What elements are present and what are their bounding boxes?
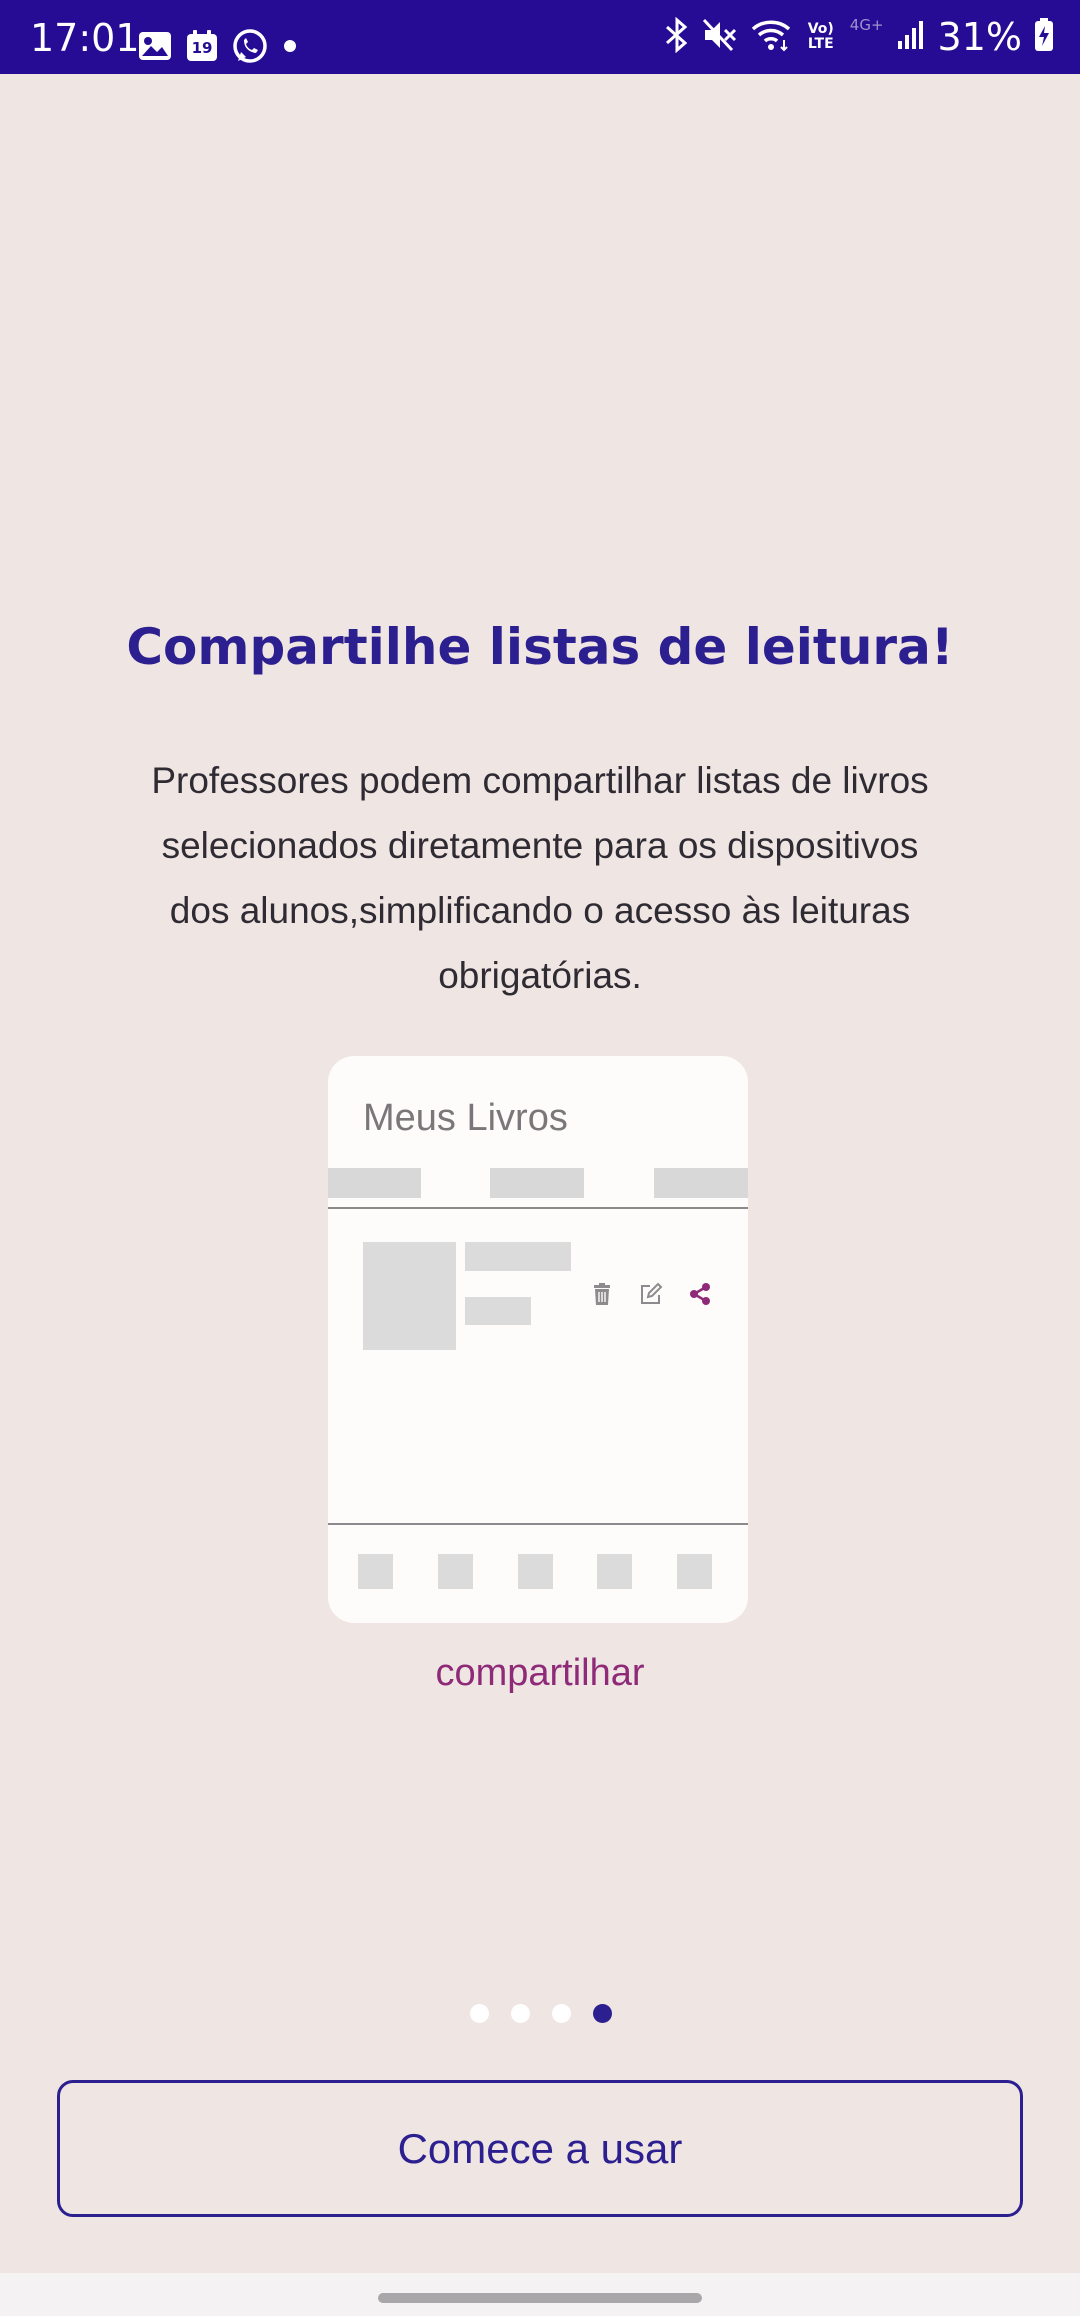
illustration-header: Meus Livros: [363, 1097, 568, 1139]
status-left-icons: 19: [138, 28, 298, 68]
4g-icon: 4G+: [849, 16, 884, 34]
illustration-book-cover: [363, 1242, 456, 1350]
signal-icon: [896, 19, 926, 55]
notification-dot-icon: [282, 38, 298, 58]
battery-percentage: 31%: [937, 15, 1022, 59]
page-dot[interactable]: [511, 2004, 530, 2023]
page-dot-active[interactable]: [593, 2004, 612, 2023]
status-right-icons: Vo) LTE 4G+ 31%: [664, 14, 1054, 60]
illustration-divider: [328, 1207, 748, 1209]
illustration-phone-mockup: Meus Livros: [328, 1056, 748, 1623]
bluetooth-icon: [664, 16, 690, 57]
image-icon: [138, 31, 172, 65]
page-description: Professores podem compartilhar listas de…: [151, 760, 929, 996]
illustration-nav-item: [358, 1554, 393, 1589]
mute-icon: [702, 18, 738, 56]
edit-icon: [638, 1281, 664, 1307]
illustration-nav-item: [677, 1554, 712, 1589]
page-title: Compartilhe listas de leitura!: [126, 618, 954, 676]
volte-icon: Vo) LTE: [804, 22, 838, 52]
illustration-nav-item: [438, 1554, 473, 1589]
illustration-nav-item: [518, 1554, 553, 1589]
gesture-handle[interactable]: [378, 2293, 702, 2303]
page-dot[interactable]: [470, 2004, 489, 2023]
wifi-icon: [750, 18, 792, 56]
calendar-icon: 19: [186, 30, 218, 66]
illustration-nav-item: [597, 1554, 632, 1589]
illustration-tab: [328, 1168, 421, 1198]
status-bar: 17:01 19 Vo) LTE 4G+ 31%: [0, 0, 1080, 74]
get-started-button[interactable]: Comece a usar: [57, 2080, 1023, 2217]
illustration-divider: [328, 1523, 748, 1525]
illustration-tab: [490, 1168, 584, 1198]
share-caption: compartilhar: [435, 1652, 645, 1694]
page-dot[interactable]: [552, 2004, 571, 2023]
share-icon: [687, 1281, 713, 1307]
page-indicator: [470, 2004, 612, 2023]
trash-icon: [589, 1281, 615, 1307]
status-time: 17:01: [30, 16, 140, 60]
battery-charging-icon: [1034, 18, 1054, 56]
illustration-book-subtitle: [465, 1297, 531, 1325]
volte-label: Vo) LTE: [807, 21, 834, 52]
system-navigation-bar: [0, 2273, 1080, 2316]
illustration-tab: [654, 1168, 748, 1198]
calendar-day: 19: [191, 39, 213, 57]
whatsapp-icon: [232, 28, 268, 68]
illustration-book-title: [465, 1242, 571, 1271]
